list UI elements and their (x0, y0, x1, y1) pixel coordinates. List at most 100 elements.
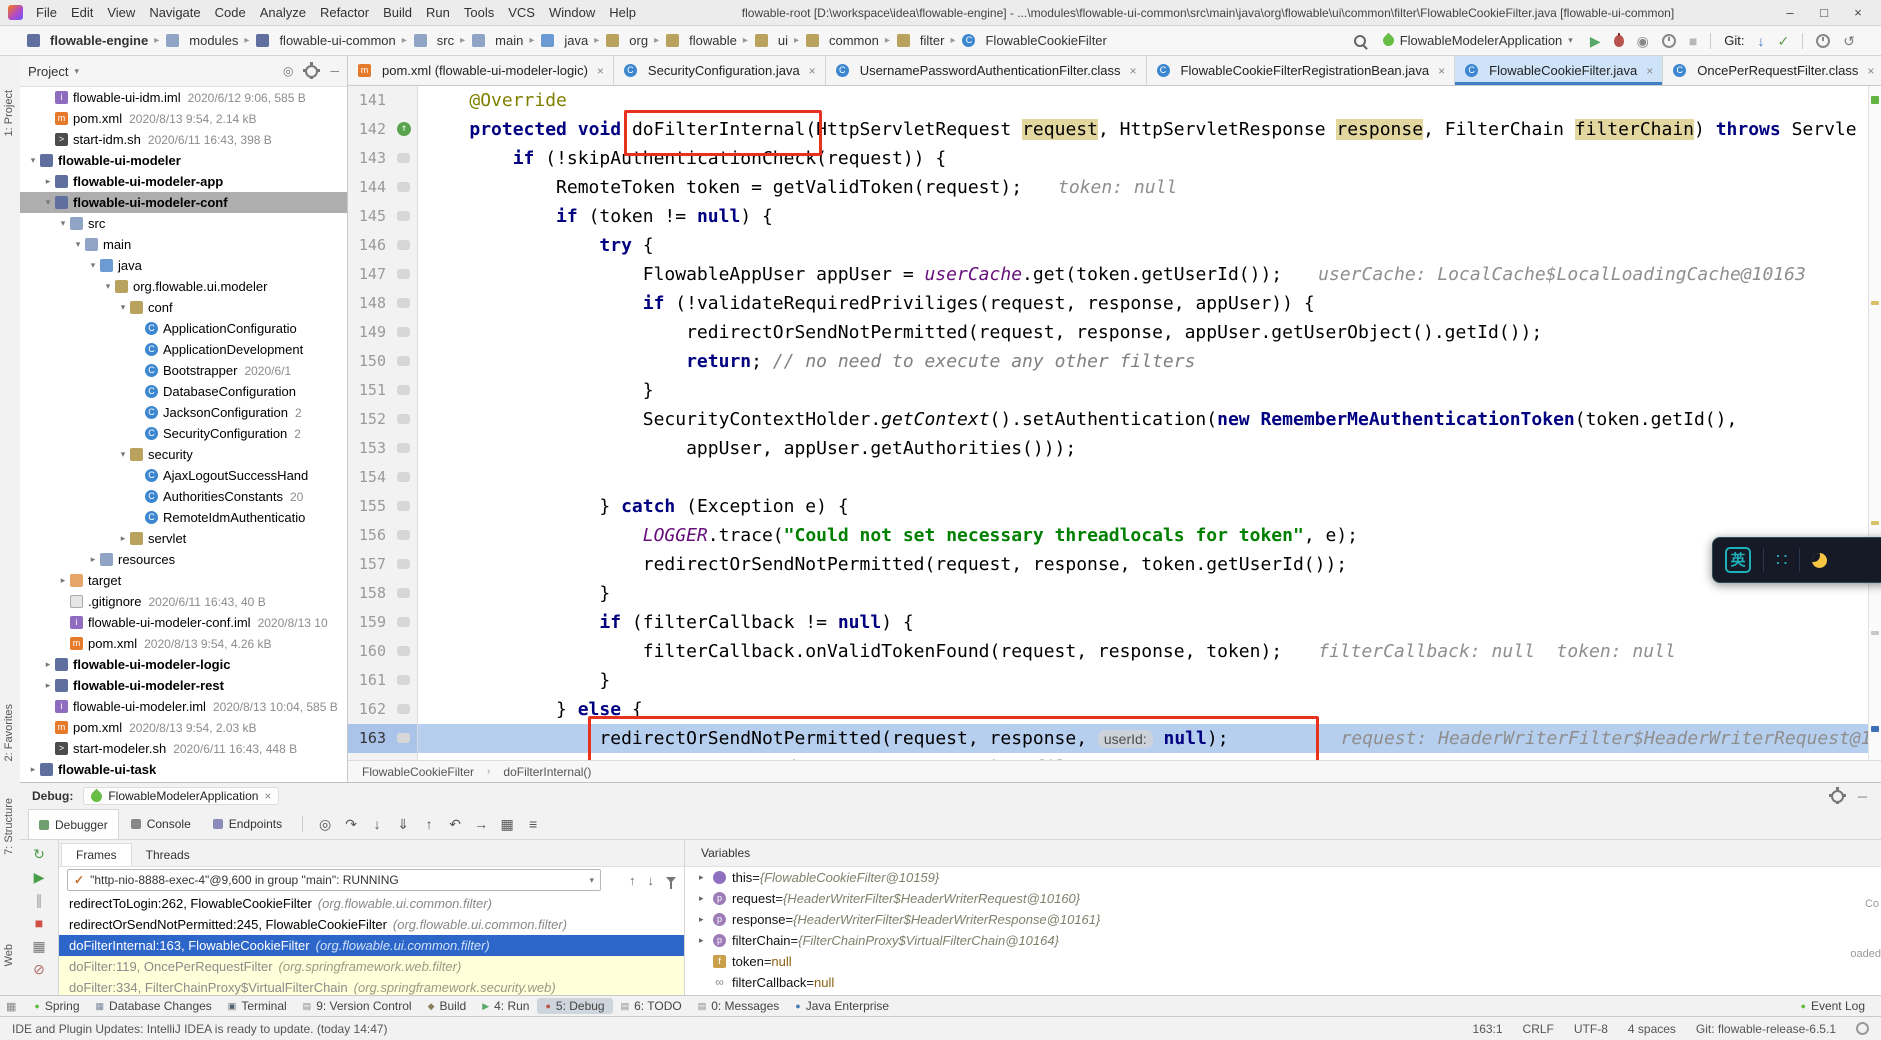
tree-item[interactable]: mpom.xml2020/8/13 9:54, 2.03 kB (20, 717, 347, 738)
code-text[interactable]: FlowableAppUser appUser = userCache.get(… (418, 260, 1881, 289)
line-number[interactable]: 144 (348, 173, 392, 202)
stripe-mark[interactable] (1871, 726, 1879, 732)
tree-item[interactable]: ▾org.flowable.ui.modeler (20, 276, 347, 297)
code-line[interactable]: 154 (348, 463, 1881, 492)
rerun-icon[interactable]: ↻ (33, 846, 45, 862)
chevron-down-icon[interactable]: ▾ (42, 197, 54, 208)
locate-file-icon[interactable]: ◎ (283, 64, 293, 78)
tree-item[interactable]: mpom.xml2020/8/13 9:54, 4.26 kB (20, 633, 347, 654)
code-line[interactable]: 148 if (!validateRequiredPriviliges(requ… (348, 289, 1881, 318)
chevron-down-icon[interactable]: ▾ (72, 239, 84, 250)
gutter-cell[interactable] (392, 637, 418, 666)
toolwindow-switcher-icon[interactable]: ▦ (6, 1000, 16, 1013)
line-number[interactable]: 148 (348, 289, 392, 318)
status-caret-position[interactable]: 163:1 (1473, 1022, 1503, 1036)
close-icon[interactable]: × (597, 64, 604, 78)
show-execution-point-icon[interactable]: ◎ (313, 816, 337, 833)
tree-item[interactable]: iflowable-ui-modeler-conf.iml2020/8/13 1… (20, 612, 347, 633)
breadcrumb-method[interactable]: doFilterInternal() (503, 765, 591, 779)
step-into-icon[interactable]: ↓ (365, 816, 389, 832)
tree-item[interactable]: >start-modeler.sh2020/6/11 16:43, 448 B (20, 738, 347, 759)
code-text[interactable]: protected void doFilterInternal(HttpServ… (418, 115, 1881, 144)
resume-icon[interactable]: ▶ (34, 869, 45, 885)
debugger-tab-endpoints[interactable]: Endpoints (203, 810, 292, 839)
variable-row[interactable]: ftoken = null (685, 951, 1881, 972)
code-line[interactable]: 161 } (348, 666, 1881, 695)
gutter-cell[interactable] (392, 579, 418, 608)
tree-item[interactable]: CSecurityConfiguration2 (20, 423, 347, 444)
chevron-down-icon[interactable]: ▾ (27, 155, 39, 166)
status-message[interactable]: IDE and Plugin Updates: IntelliJ IDEA is… (12, 1022, 388, 1036)
gutter-cell[interactable] (392, 318, 418, 347)
close-icon[interactable]: × (1867, 64, 1874, 78)
code-line[interactable]: 145 if (token != null) { (348, 202, 1881, 231)
menu-window[interactable]: Window (542, 3, 602, 22)
toolwindow-strip-label[interactable]: Web (3, 944, 15, 966)
chevron-right-icon[interactable]: ▸ (42, 680, 54, 691)
line-number[interactable]: 154 (348, 463, 392, 492)
toolwindow-button-9-version-control[interactable]: ▤9: Version Control (295, 998, 420, 1014)
gutter-cell[interactable] (392, 144, 418, 173)
toolwindow-strip-label[interactable]: 7: Structure (3, 798, 15, 855)
code-line[interactable]: 159 if (filterCallback != null) { (348, 608, 1881, 637)
code-line[interactable]: 150 return; // no need to execute any ot… (348, 347, 1881, 376)
code-line[interactable]: 144 RemoteToken token = getValidToken(re… (348, 173, 1881, 202)
toolwindow-button-java-enterprise[interactable]: ●Java Enterprise (787, 998, 897, 1014)
code-text[interactable]: try { (418, 231, 1881, 260)
pause-icon[interactable]: ∥ (36, 892, 43, 908)
close-button[interactable]: × (1841, 5, 1875, 20)
toolwindow-button-database-changes[interactable]: ▦Database Changes (88, 998, 220, 1014)
menu-help[interactable]: Help (602, 3, 643, 22)
line-number[interactable]: 159 (348, 608, 392, 637)
stop-icon[interactable]: ■ (35, 915, 43, 931)
tree-item[interactable]: CApplicationConfiguratio (20, 318, 347, 339)
notifications-icon[interactable] (1856, 1022, 1869, 1035)
code-text[interactable]: @Override (418, 86, 1881, 115)
line-number[interactable]: 146 (348, 231, 392, 260)
code-text[interactable]: return; // no need to execute any other … (418, 347, 1881, 376)
code-text[interactable]: if (filterCallback != null) { (418, 608, 1881, 637)
line-number[interactable]: 142 (348, 115, 392, 144)
editor-tab[interactable]: CSecurityConfiguration.java× (614, 56, 826, 85)
tree-item[interactable]: >start-idm.sh2020/6/11 16:43, 398 B (20, 129, 347, 150)
tree-item[interactable]: ▸flowable-ui-modeler-app (20, 171, 347, 192)
breadcrumb-item[interactable]: java (540, 33, 588, 48)
project-panel-title[interactable]: Project (28, 64, 68, 79)
toolwindow-button-0-messages[interactable]: ▤0: Messages (690, 998, 788, 1014)
tree-item[interactable]: ▸target (20, 570, 347, 591)
code-line[interactable]: 158 } (348, 579, 1881, 608)
tree-item[interactable]: iflowable-ui-idm.iml2020/6/12 9:06, 585 … (20, 87, 347, 108)
breadcrumb-item[interactable]: main (471, 33, 523, 48)
gutter-cell[interactable] (392, 173, 418, 202)
git-update-icon[interactable]: ↓ (1758, 34, 1765, 48)
debugger-tab-console[interactable]: Console (121, 810, 201, 839)
tree-item[interactable]: ▾src (20, 213, 347, 234)
code-line[interactable]: 156 LOGGER.trace("Could not set necessar… (348, 521, 1881, 550)
code-line[interactable]: 162 } else { (348, 695, 1881, 724)
variable-row[interactable]: ▸this = {FlowableCookieFilter@10159} (685, 867, 1881, 888)
gutter-cell[interactable] (392, 666, 418, 695)
line-number[interactable]: 150 (348, 347, 392, 376)
drop-frame-icon[interactable]: ↶ (443, 816, 467, 833)
gutter-cell[interactable]: ↑ (392, 115, 418, 144)
toolwindow-strip-label[interactable]: 1: Project (3, 90, 15, 136)
menu-file[interactable]: File (29, 3, 64, 22)
variable-row[interactable]: ∞filterCallback = null (685, 972, 1881, 993)
variable-row[interactable]: ▸pfilterChain = {FilterChainProxy$Virtua… (685, 930, 1881, 951)
tree-item[interactable]: ▸servlet (20, 528, 347, 549)
menu-code[interactable]: Code (208, 3, 253, 22)
line-number[interactable]: 161 (348, 666, 392, 695)
tree-item[interactable]: CAuthoritiesConstants20 (20, 486, 347, 507)
breadcrumb-item[interactable]: modules (165, 33, 238, 48)
code-text[interactable]: if (!validateRequiredPriviliges(request,… (418, 289, 1881, 318)
stack-frame[interactable]: doFilter:334, FilterChainProxy$VirtualFi… (59, 977, 684, 995)
chevron-down-icon[interactable]: ▾ (74, 66, 79, 77)
event-log-button[interactable]: ●Event Log (1793, 998, 1881, 1014)
code-line[interactable]: 149 redirectOrSendNotPermitted(request, … (348, 318, 1881, 347)
close-icon[interactable]: × (264, 789, 271, 803)
stack-frame[interactable]: doFilter:119, OncePerRequestFilter(org.s… (59, 956, 684, 977)
moon-icon[interactable] (1812, 553, 1827, 568)
toolwindow-button-4-run[interactable]: ▶4: Run (474, 998, 537, 1014)
collapse-all-icon[interactable]: ─ (330, 64, 339, 78)
code-line[interactable]: 164 return; // no need to execute any ot… (348, 753, 1881, 760)
